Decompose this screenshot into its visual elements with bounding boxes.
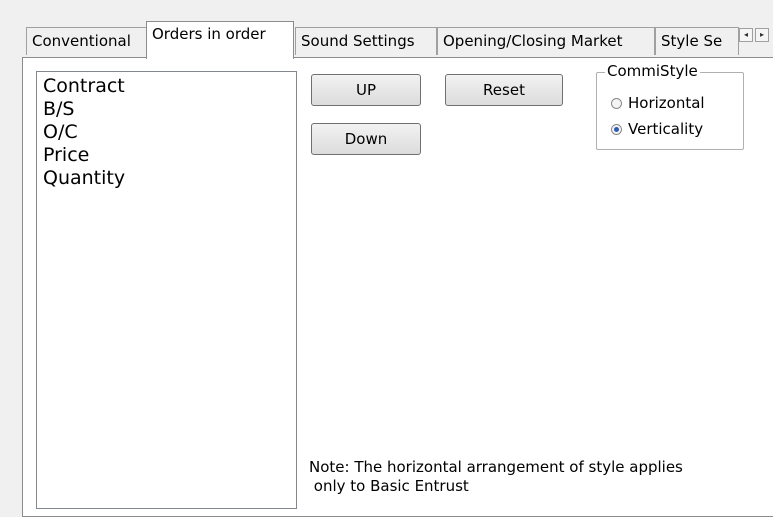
note-line-1: Note: The horizontal arrangement of styl…: [309, 458, 683, 476]
tab-orders-in-order[interactable]: Orders in order: [146, 21, 294, 59]
tab-scroll-right-icon[interactable]: ▸: [755, 28, 769, 42]
up-button[interactable]: UP: [311, 74, 421, 106]
tab-conventional[interactable]: Conventional: [26, 27, 147, 55]
tab-style-settings[interactable]: Style Se: [655, 27, 739, 55]
list-item[interactable]: B/S: [43, 98, 296, 121]
note-text: Note: The horizontal arrangement of styl…: [309, 458, 683, 496]
commi-style-groupbox: CommiStyle Horizontal Verticality: [596, 62, 744, 150]
commi-style-legend: CommiStyle: [605, 62, 700, 80]
verticality-radio-option[interactable]: Verticality: [611, 119, 703, 139]
reset-button[interactable]: Reset: [445, 74, 563, 106]
list-item[interactable]: Quantity: [43, 167, 296, 190]
note-line-2: only to Basic Entrust: [309, 477, 469, 495]
list-item[interactable]: Price: [43, 144, 296, 167]
down-button[interactable]: Down: [311, 123, 421, 155]
tab-sound-settings[interactable]: Sound Settings: [295, 27, 437, 55]
horizontal-radio-option[interactable]: Horizontal: [611, 93, 705, 113]
horizontal-radio[interactable]: [611, 97, 622, 109]
column-order-listbox[interactable]: Contract B/S O/C Price Quantity: [36, 71, 297, 509]
horizontal-label: Horizontal: [628, 94, 705, 112]
tab-opening-closing-market[interactable]: Opening/Closing Market: [437, 27, 655, 55]
verticality-label: Verticality: [628, 120, 704, 138]
list-item[interactable]: Contract: [43, 75, 296, 98]
verticality-radio[interactable]: [611, 123, 622, 135]
tab-strip: Conventional Orders in order Sound Setti…: [0, 0, 773, 59]
list-item[interactable]: O/C: [43, 121, 296, 144]
tab-scroll-left-icon[interactable]: ◂: [739, 28, 753, 42]
